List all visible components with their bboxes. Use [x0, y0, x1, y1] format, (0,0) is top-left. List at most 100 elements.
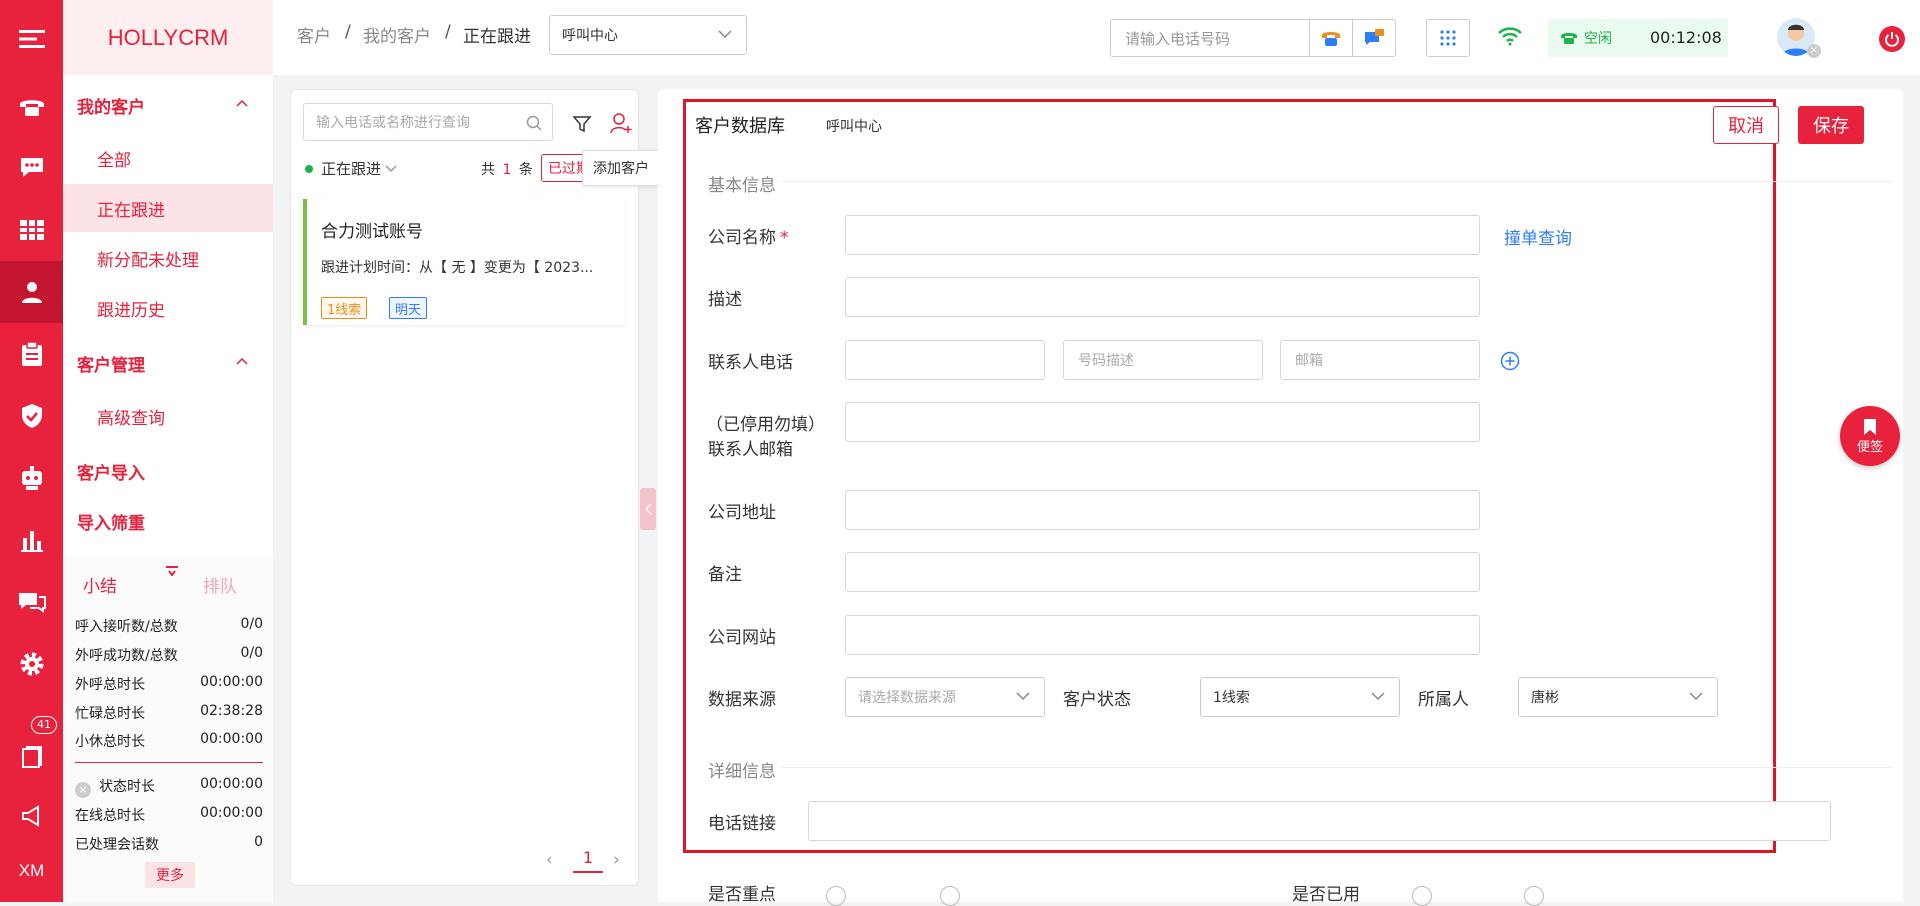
remark-input[interactable]: [845, 552, 1480, 592]
menu-group-customer-mgmt[interactable]: 客户管理: [63, 343, 273, 383]
phone-icon[interactable]: [0, 75, 63, 137]
center-select[interactable]: 呼叫中心: [549, 15, 747, 55]
customer-list-panel: 输入电话或名称进行查询 正在跟进 共 1 条 已过期 添加客户 合力测试账号 跟…: [290, 89, 660, 886]
chat-icon[interactable]: [0, 137, 63, 199]
apps-grid-button[interactable]: [1426, 19, 1470, 57]
memo-label: 便签: [1856, 439, 1883, 455]
is-key-radio-yes[interactable]: [826, 886, 846, 906]
cancel-button[interactable]: 取消: [1713, 106, 1779, 144]
collapse-handle[interactable]: [640, 488, 656, 530]
phone-link-input[interactable]: [808, 801, 1831, 841]
stat-value: 0/0: [240, 616, 263, 632]
chevron-down-icon: [718, 30, 732, 39]
robot-icon[interactable]: [0, 447, 63, 509]
status-filter-dropdown[interactable]: 正在跟进: [305, 158, 397, 179]
count-prefix: 共: [481, 162, 495, 178]
clipboard-icon[interactable]: [0, 323, 63, 385]
status-dot: [305, 164, 313, 173]
megaphone-icon[interactable]: [0, 785, 63, 847]
description-label: 描述: [708, 290, 742, 310]
form-subtitle: 呼叫中心: [826, 119, 882, 135]
stat-value: 00:00:00: [200, 776, 263, 792]
stat-value: 0/0: [240, 645, 263, 661]
email-input[interactable]: 邮箱: [1280, 340, 1480, 380]
is-used-label: 是否已用: [1292, 885, 1360, 905]
tab-summary[interactable]: 小结: [83, 572, 117, 597]
hamburger-menu-icon[interactable]: [0, 0, 63, 78]
description-input[interactable]: [845, 277, 1480, 317]
search-icon[interactable]: [526, 115, 542, 131]
data-source-placeholder: 请选择数据来源: [858, 690, 956, 706]
owner-label: 所属人: [1418, 690, 1469, 710]
company-website-input[interactable]: [845, 615, 1480, 655]
add-customer-icon[interactable]: [610, 112, 632, 134]
customer-status-label: 客户状态: [1063, 690, 1131, 710]
scrollbar-track[interactable]: [1904, 89, 1920, 902]
owner-select[interactable]: 唐彬: [1518, 677, 1718, 717]
stat-row: 已处理会话数 0: [75, 834, 263, 854]
book-icon[interactable]: 41: [0, 716, 63, 788]
count-value: 1: [502, 162, 512, 178]
customer-search-input[interactable]: 输入电话或名称进行查询: [303, 103, 553, 141]
search-placeholder: 输入电话或名称进行查询: [316, 115, 470, 131]
power-button[interactable]: [1879, 26, 1905, 52]
sidebar-item-history[interactable]: 跟进历史: [63, 284, 273, 332]
drag-handle-icon[interactable]: [164, 566, 180, 576]
contact-email-input[interactable]: [845, 402, 1480, 442]
brand-logo: HOLLYCRM: [63, 0, 273, 75]
remark-label: 备注: [708, 565, 742, 585]
clear-icon[interactable]: ×: [75, 782, 91, 798]
status-filter-label: 正在跟进: [321, 160, 382, 178]
menu-group-import[interactable]: 客户导入: [63, 451, 273, 491]
shield-icon[interactable]: [0, 385, 63, 447]
breadcrumb-customer[interactable]: 客户: [297, 22, 331, 47]
menu-group-dedupe[interactable]: 导入筛重: [63, 501, 273, 541]
is-key-radio-no[interactable]: [940, 886, 960, 906]
save-button[interactable]: 保存: [1798, 106, 1864, 144]
company-address-input[interactable]: [845, 490, 1480, 530]
number-desc-input[interactable]: 号码描述: [1063, 340, 1263, 380]
next-page-icon[interactable]: ›: [613, 850, 620, 870]
bar-chart-icon[interactable]: [0, 509, 63, 571]
customer-icon[interactable]: [0, 261, 63, 323]
check-duplicate-link[interactable]: 撞单查询: [1504, 224, 1572, 249]
chevron-down-icon: [385, 164, 397, 172]
company-name-input[interactable]: [845, 215, 1480, 255]
menu-group-my-customers[interactable]: 我的客户: [63, 85, 273, 125]
call-timer: 00:12:08: [1650, 28, 1722, 47]
phone-input[interactable]: 请输入电话号码: [1110, 19, 1310, 57]
sms-button[interactable]: [1352, 19, 1396, 57]
stat-label: 已处理会话数: [75, 837, 159, 853]
sidebar-item-advanced-search[interactable]: 高级查询: [63, 392, 273, 440]
sidebar: HOLLYCRM 我的客户 全部 正在跟进 新分配未处理 跟进历史 客户管理 高…: [63, 0, 273, 902]
customer-card[interactable]: 合力测试账号 跟进计划时间：从【 无 】变更为【 2023... 1线索 明天: [303, 199, 625, 325]
contact-phone-input[interactable]: [845, 340, 1045, 380]
dial-button[interactable]: [1309, 19, 1353, 57]
message-icon[interactable]: [0, 571, 63, 633]
dial-phone-icon: [1322, 32, 1340, 46]
chevron-down-icon: [1689, 692, 1703, 701]
data-source-select[interactable]: 请选择数据来源: [845, 677, 1045, 717]
sidebar-item-all[interactable]: 全部: [63, 134, 273, 182]
filter-icon[interactable]: [572, 114, 592, 134]
is-used-radio-yes[interactable]: [1412, 886, 1432, 906]
customer-status-select[interactable]: 1线索: [1200, 677, 1400, 717]
page-number[interactable]: 1: [573, 848, 603, 873]
sidebar-item-new-unprocessed[interactable]: 新分配未处理: [63, 234, 273, 282]
breadcrumb-my-customers[interactable]: 我的客户: [363, 22, 431, 47]
sidebar-item-following[interactable]: 正在跟进: [63, 184, 273, 232]
stat-row: 外呼总时长 00:00:00: [75, 674, 263, 694]
add-phone-icon[interactable]: [1500, 351, 1520, 371]
customer-card-title: 合力测试账号: [321, 222, 423, 242]
tab-queue[interactable]: 排队: [203, 572, 237, 597]
gear-icon[interactable]: [0, 633, 63, 695]
memo-button[interactable]: 便签: [1840, 406, 1900, 466]
required-mark: *: [780, 228, 789, 248]
grid-table-icon[interactable]: [0, 199, 63, 261]
lead-tag: 1线索: [321, 297, 368, 319]
center-select-value: 呼叫中心: [562, 28, 618, 44]
prev-page-icon[interactable]: ‹: [546, 850, 553, 870]
is-used-radio-no[interactable]: [1524, 886, 1544, 906]
more-button[interactable]: 更多: [145, 862, 195, 888]
tomorrow-tag: 明天: [389, 297, 428, 319]
